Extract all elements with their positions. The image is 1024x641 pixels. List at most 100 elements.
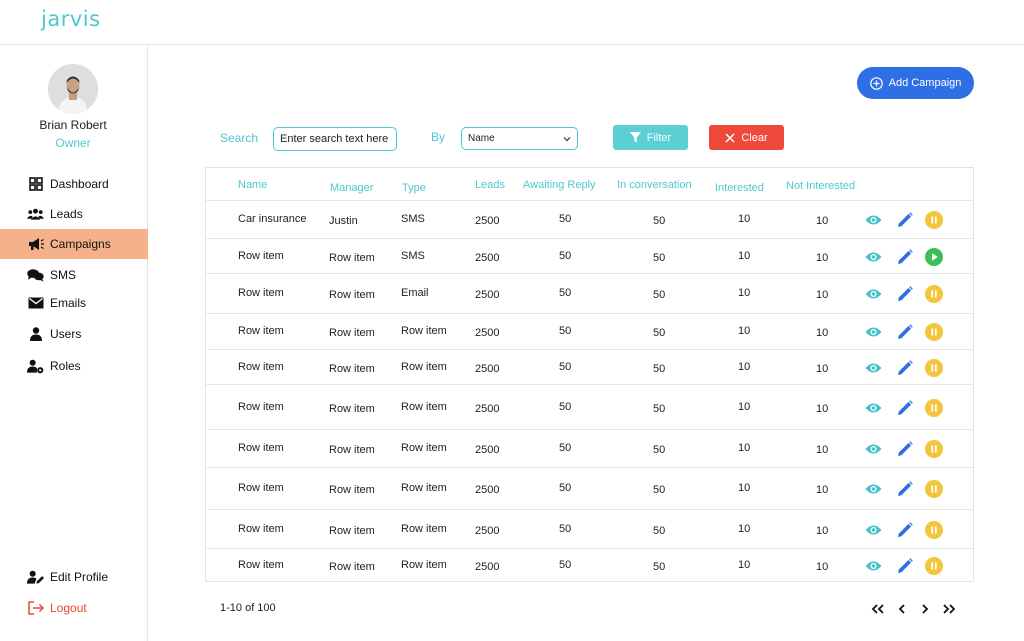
sidebar-item-emails[interactable]: Emails <box>0 288 148 318</box>
app-brand[interactable]: jarvis <box>41 7 101 31</box>
pause-icon[interactable] <box>925 359 943 377</box>
table-row[interactable]: Row item Row item Row item 2500 50 50 10 10 <box>206 548 973 582</box>
edit-icon[interactable] <box>896 557 914 575</box>
pause-icon[interactable] <box>925 557 943 575</box>
edit-icon[interactable] <box>896 248 914 266</box>
table-row[interactable]: Row item Row item Email 2500 50 50 10 10 <box>206 273 973 313</box>
pause-icon[interactable] <box>925 323 943 341</box>
search-by-label: By <box>431 130 446 144</box>
view-icon[interactable] <box>864 359 882 377</box>
dashboard-icon <box>27 177 44 191</box>
table-row[interactable]: Row item Row item Row item 2500 50 50 10 10 <box>206 509 973 548</box>
chevron-double-left-icon <box>871 604 884 614</box>
view-icon[interactable] <box>864 248 882 266</box>
edit-icon[interactable] <box>896 521 914 539</box>
search-label: Search <box>220 131 259 145</box>
column-header-type[interactable]: Type <box>402 182 426 194</box>
prev-page-button[interactable] <box>894 602 910 616</box>
column-header-in-conversation[interactable]: In conversation <box>617 179 692 191</box>
sidebar: Brian Robert Owner Dashboard Leads Campa… <box>0 45 148 641</box>
add-campaign-button[interactable]: Add Campaign <box>857 67 974 99</box>
play-icon[interactable] <box>925 248 943 266</box>
table-row[interactable]: Row item Row item Row item 2500 50 50 10 10 <box>206 429 973 467</box>
sidebar-item-dashboard[interactable]: Dashboard <box>0 169 148 199</box>
sidebar-item-leads[interactable]: Leads <box>0 199 148 229</box>
avatar[interactable] <box>48 64 98 114</box>
column-header-manager[interactable]: Manager <box>330 182 373 194</box>
pause-icon[interactable] <box>925 211 943 229</box>
cell-manager: Row item <box>329 403 375 415</box>
filter-label: Filter <box>646 131 672 144</box>
cell-leads: 2500 <box>475 363 500 375</box>
sidebar-item-label: Edit Profile <box>50 570 109 584</box>
cell-interested: 10 <box>738 442 751 454</box>
filter-button[interactable]: Filter <box>613 125 688 150</box>
column-header-not-interested[interactable]: Not Interested <box>786 180 855 192</box>
cell-interested: 10 <box>738 325 751 337</box>
cell-awaiting-reply: 50 <box>559 559 572 571</box>
view-icon[interactable] <box>864 440 882 458</box>
view-icon[interactable] <box>864 557 882 575</box>
edit-icon[interactable] <box>896 323 914 341</box>
edit-icon[interactable] <box>896 480 914 498</box>
first-page-button[interactable] <box>869 602 885 616</box>
avatar-photo-icon <box>48 64 98 114</box>
pause-icon[interactable] <box>925 521 943 539</box>
column-header-interested[interactable]: Interested <box>715 182 764 194</box>
column-header-leads[interactable]: Leads <box>475 179 505 191</box>
search-by-select[interactable]: Name <box>461 127 578 150</box>
sidebar-item-edit-profile[interactable]: Edit Profile <box>0 562 148 592</box>
pause-icon[interactable] <box>925 480 943 498</box>
cell-leads: 2500 <box>475 525 500 537</box>
sidebar-item-campaigns[interactable]: Campaigns <box>0 229 148 259</box>
chat-icon <box>27 268 44 282</box>
cell-type: Row item <box>401 325 447 337</box>
cell-name: Row item <box>238 442 284 454</box>
clear-button[interactable]: Clear <box>709 125 784 150</box>
top-bar: jarvis <box>0 0 1024 45</box>
pause-icon[interactable] <box>925 399 943 417</box>
view-icon[interactable] <box>864 323 882 341</box>
cell-not-interested: 10 <box>816 403 829 415</box>
edit-icon[interactable] <box>896 285 914 303</box>
cell-type: Email <box>401 287 429 299</box>
logout-icon <box>27 601 44 615</box>
edit-icon[interactable] <box>896 359 914 377</box>
search-input[interactable] <box>273 127 397 151</box>
cell-type: Row item <box>401 442 447 454</box>
table-row[interactable]: Car insurance Justin SMS 2500 50 50 10 10 <box>206 200 973 238</box>
chevron-double-right-icon <box>942 604 955 614</box>
table-row[interactable]: Row item Row item Row item 2500 50 50 10 10 <box>206 384 973 429</box>
pause-icon[interactable] <box>925 285 943 303</box>
table-row[interactable]: Row item Row item Row item 2500 50 50 10 10 <box>206 313 973 349</box>
view-icon[interactable] <box>864 285 882 303</box>
pause-icon[interactable] <box>925 440 943 458</box>
table-row[interactable]: Row item Row item SMS 2500 50 50 10 10 <box>206 238 973 273</box>
table-row[interactable]: Row item Row item Row item 2500 50 50 10 10 <box>206 349 973 384</box>
column-header-name[interactable]: Name <box>238 179 267 191</box>
next-page-button[interactable] <box>917 602 933 616</box>
cell-awaiting-reply: 50 <box>559 482 572 494</box>
sidebar-item-logout[interactable]: Logout <box>0 593 148 623</box>
view-icon[interactable] <box>864 399 882 417</box>
cell-leads: 2500 <box>475 327 500 339</box>
sidebar-item-roles[interactable]: Roles <box>0 351 148 381</box>
table-row[interactable]: Row item Row item Row item 2500 50 50 10 10 <box>206 467 973 509</box>
cell-name: Row item <box>238 325 284 337</box>
view-icon[interactable] <box>864 521 882 539</box>
sidebar-item-label: Campaigns <box>50 237 111 251</box>
cell-name: Car insurance <box>238 213 307 225</box>
cell-in-conversation: 50 <box>653 289 666 301</box>
sidebar-item-users[interactable]: Users <box>0 319 148 349</box>
last-page-button[interactable] <box>941 602 957 616</box>
column-header-awaiting-reply[interactable]: Awaiting Reply <box>523 179 596 191</box>
sidebar-item-sms[interactable]: SMS <box>0 260 148 290</box>
cell-in-conversation: 50 <box>653 252 666 264</box>
view-icon[interactable] <box>864 211 882 229</box>
edit-icon[interactable] <box>896 399 914 417</box>
view-icon[interactable] <box>864 480 882 498</box>
cell-not-interested: 10 <box>816 327 829 339</box>
edit-icon[interactable] <box>896 440 914 458</box>
edit-icon[interactable] <box>896 211 914 229</box>
cell-name: Row item <box>238 559 284 571</box>
